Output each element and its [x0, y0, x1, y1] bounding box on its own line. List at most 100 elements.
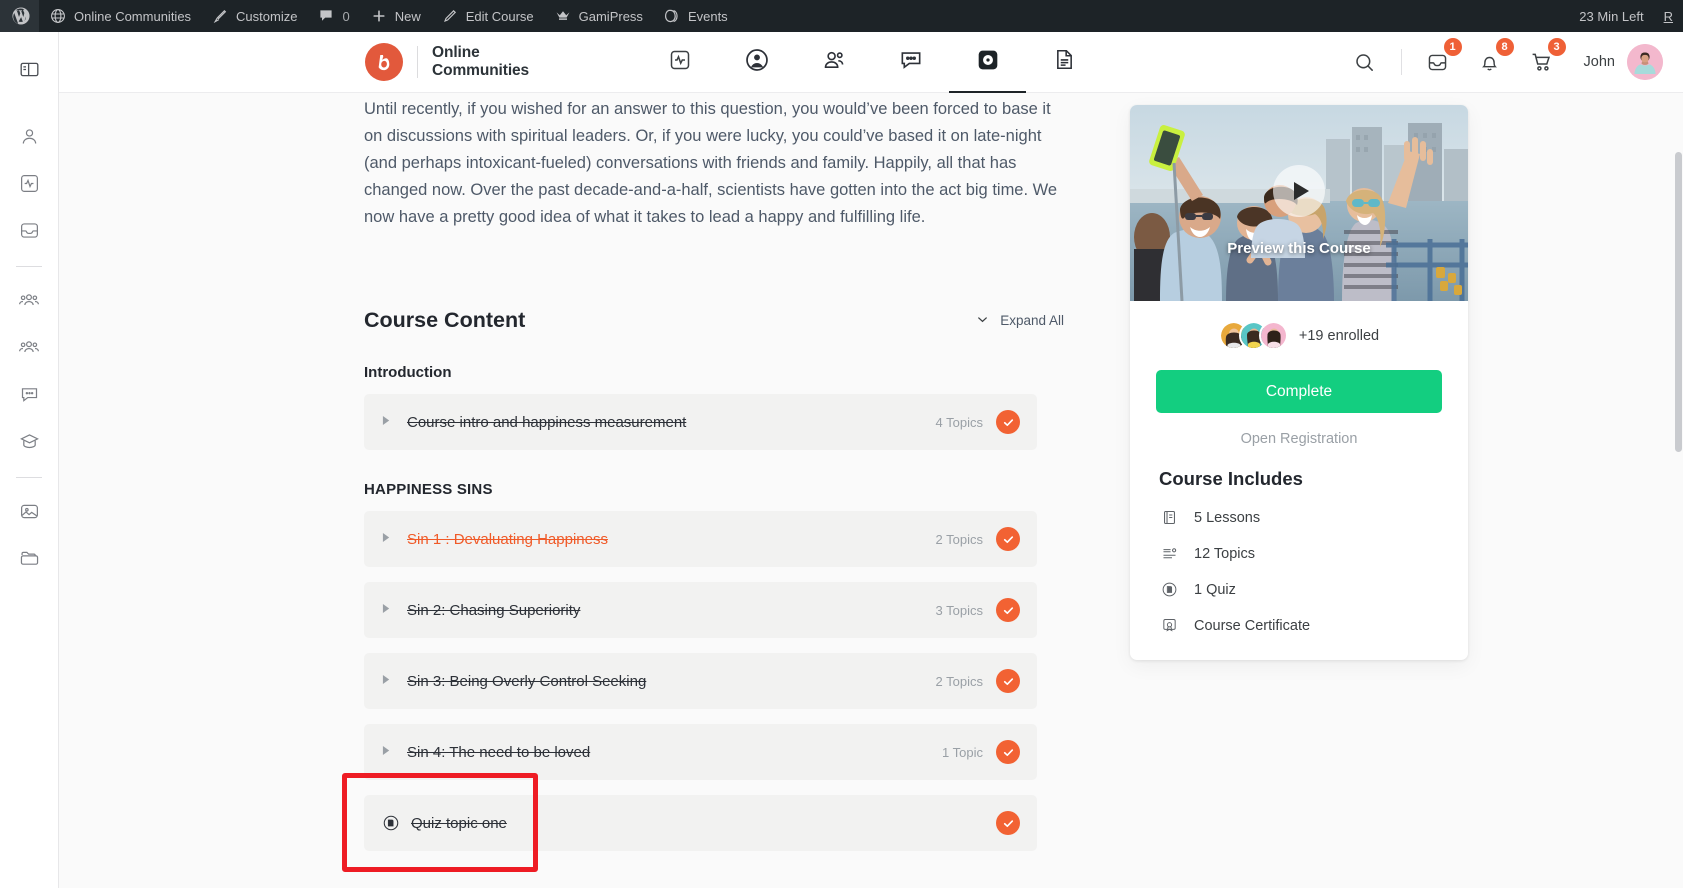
includes-item-certificate[interactable]: Course Certificate [1160, 617, 1468, 634]
pencil-icon [441, 7, 459, 25]
adminbar-item-customize[interactable]: Customize [201, 0, 307, 32]
expand-caret-icon[interactable] [382, 674, 394, 688]
nav-profile[interactable] [718, 32, 795, 93]
nav-messages[interactable] [872, 32, 949, 93]
lesson-topics-count: 2 Topics [935, 673, 983, 689]
media-icon[interactable] [9, 491, 49, 531]
inbox-badge: 1 [1443, 38, 1462, 56]
groups-icon[interactable] [9, 327, 49, 367]
scrollbar-thumb[interactable] [1675, 152, 1682, 452]
documents-icon[interactable] [9, 538, 49, 578]
preview-course-label: Preview this Course [1227, 240, 1371, 257]
quiz-icon [1160, 581, 1179, 598]
completed-check-icon [996, 527, 1020, 551]
inbox-button[interactable]: 1 [1419, 38, 1462, 81]
certificate-icon [1160, 617, 1179, 634]
rail-divider-1 [16, 266, 42, 267]
adminbar-item-gamipress[interactable]: GamiPress [544, 0, 653, 32]
brand-separator [417, 46, 418, 78]
expand-all-label: Expand All [1000, 313, 1064, 328]
completed-check-icon [996, 598, 1020, 622]
expand-caret-icon[interactable] [382, 745, 394, 759]
activity-icon[interactable] [9, 163, 49, 203]
expand-all-button[interactable]: Expand All [975, 312, 1064, 330]
avatar [1258, 321, 1288, 350]
comment-icon [317, 7, 335, 25]
adminbar-label-new: New [394, 8, 421, 24]
includes-item-quiz[interactable]: 1 Quiz [1160, 581, 1468, 598]
crown-icon [554, 7, 572, 25]
expand-caret-icon[interactable] [382, 603, 394, 617]
header-right-group: 1 8 3 John [1339, 38, 1683, 81]
courses-icon[interactable] [9, 421, 49, 461]
brand-line-1: Online [432, 43, 480, 61]
includes-item-topics[interactable]: 12 Topics [1160, 545, 1468, 562]
chevron-down-icon [975, 312, 990, 330]
lesson-row[interactable]: Sin 3: Being Overly Control Seeking 2 To… [364, 653, 1037, 709]
messages-icon[interactable] [9, 374, 49, 414]
rail-divider-2 [16, 477, 42, 478]
complete-button[interactable]: Complete [1156, 370, 1442, 413]
panel-toggle-icon[interactable] [9, 49, 49, 89]
section-title-introduction: Introduction [364, 364, 452, 381]
adminbar-item-comments[interactable]: 0 [307, 0, 359, 32]
adminbar-item-events[interactable]: Events [653, 0, 738, 32]
search-icon[interactable] [1346, 43, 1384, 81]
header-separator [1400, 49, 1402, 75]
nav-courses[interactable] [949, 32, 1027, 93]
nav-members[interactable] [795, 32, 872, 93]
adminbar-item-site[interactable]: Online Communities [39, 0, 201, 32]
members-icon [821, 47, 847, 78]
includes-label: 12 Topics [1194, 545, 1255, 562]
course-sidebar-card: Preview this Course +19 enrolled Complet… [1130, 105, 1468, 660]
profile-icon[interactable] [9, 116, 49, 156]
page-scrollbar[interactable] [1675, 32, 1683, 888]
cart-button[interactable]: 3 [1523, 38, 1566, 81]
play-icon[interactable] [1273, 165, 1325, 218]
course-preview-thumbnail[interactable]: Preview this Course [1130, 105, 1468, 301]
brush-icon [211, 7, 229, 25]
adminbar-label-edit-course: Edit Course [465, 8, 534, 24]
site-header: Online Communities 1 8 3 John [59, 32, 1683, 93]
lesson-row[interactable]: Sin 1 : Devaluating Happiness 2 Topics [364, 511, 1037, 567]
inbox-icon[interactable] [9, 210, 49, 250]
course-description: Until recently, if you wished for an ans… [364, 100, 1058, 226]
main-nav [641, 32, 1103, 93]
adminbar-label-gamipress: GamiPress [578, 8, 643, 24]
session-timer: 23 Min Left [1579, 8, 1644, 24]
adminbar-item-edit-course[interactable]: Edit Course [431, 0, 544, 32]
nav-activity[interactable] [641, 32, 718, 93]
expand-caret-icon[interactable] [382, 415, 394, 429]
lesson-title: Course intro and happiness measurement [407, 413, 687, 431]
lesson-topics-count: 1 Topic [942, 744, 983, 760]
lesson-title: Sin 2: Chasing Superiority [407, 601, 581, 619]
lesson-row[interactable]: Course intro and happiness measurement 4… [364, 394, 1037, 450]
lesson-row[interactable]: Sin 2: Chasing Superiority 3 Topics [364, 582, 1037, 638]
lesson-title: Sin 1 : Devaluating Happiness [407, 530, 608, 548]
wordpress-logo-button[interactable] [0, 0, 39, 32]
includes-label: 5 Lessons [1194, 509, 1261, 526]
topics-icon [1160, 545, 1179, 562]
brand-logo[interactable]: Online Communities [365, 43, 529, 81]
page-title: Course Content [364, 308, 526, 332]
avatar[interactable] [1627, 44, 1663, 80]
bb-logo-icon [365, 43, 403, 81]
lesson-row[interactable]: Sin 4: The need to be loved 1 Topic [364, 724, 1037, 780]
lesson-topics-count: 2 Topics [935, 531, 983, 547]
nav-documents[interactable] [1026, 32, 1103, 93]
ticket-icon [663, 7, 681, 25]
notifications-button[interactable]: 8 [1471, 38, 1514, 81]
chat-bubble-icon [898, 47, 924, 78]
course-includes-title: Course Includes [1159, 468, 1303, 489]
adminbar-right-link[interactable]: R [1654, 0, 1683, 32]
document-icon [1052, 47, 1077, 77]
includes-item-lessons[interactable]: 5 Lessons [1160, 509, 1468, 526]
site-icon [49, 7, 67, 25]
quiz-row[interactable]: Quiz topic one [342, 773, 1037, 872]
lesson-topics-count: 3 Topics [935, 602, 983, 618]
members-icon[interactable] [9, 280, 49, 320]
expand-caret-icon[interactable] [382, 532, 394, 546]
content-area: Until recently, if you wished for an ans… [59, 93, 1683, 888]
adminbar-item-new[interactable]: New [360, 0, 431, 32]
brand-title: Online Communities [432, 44, 529, 80]
